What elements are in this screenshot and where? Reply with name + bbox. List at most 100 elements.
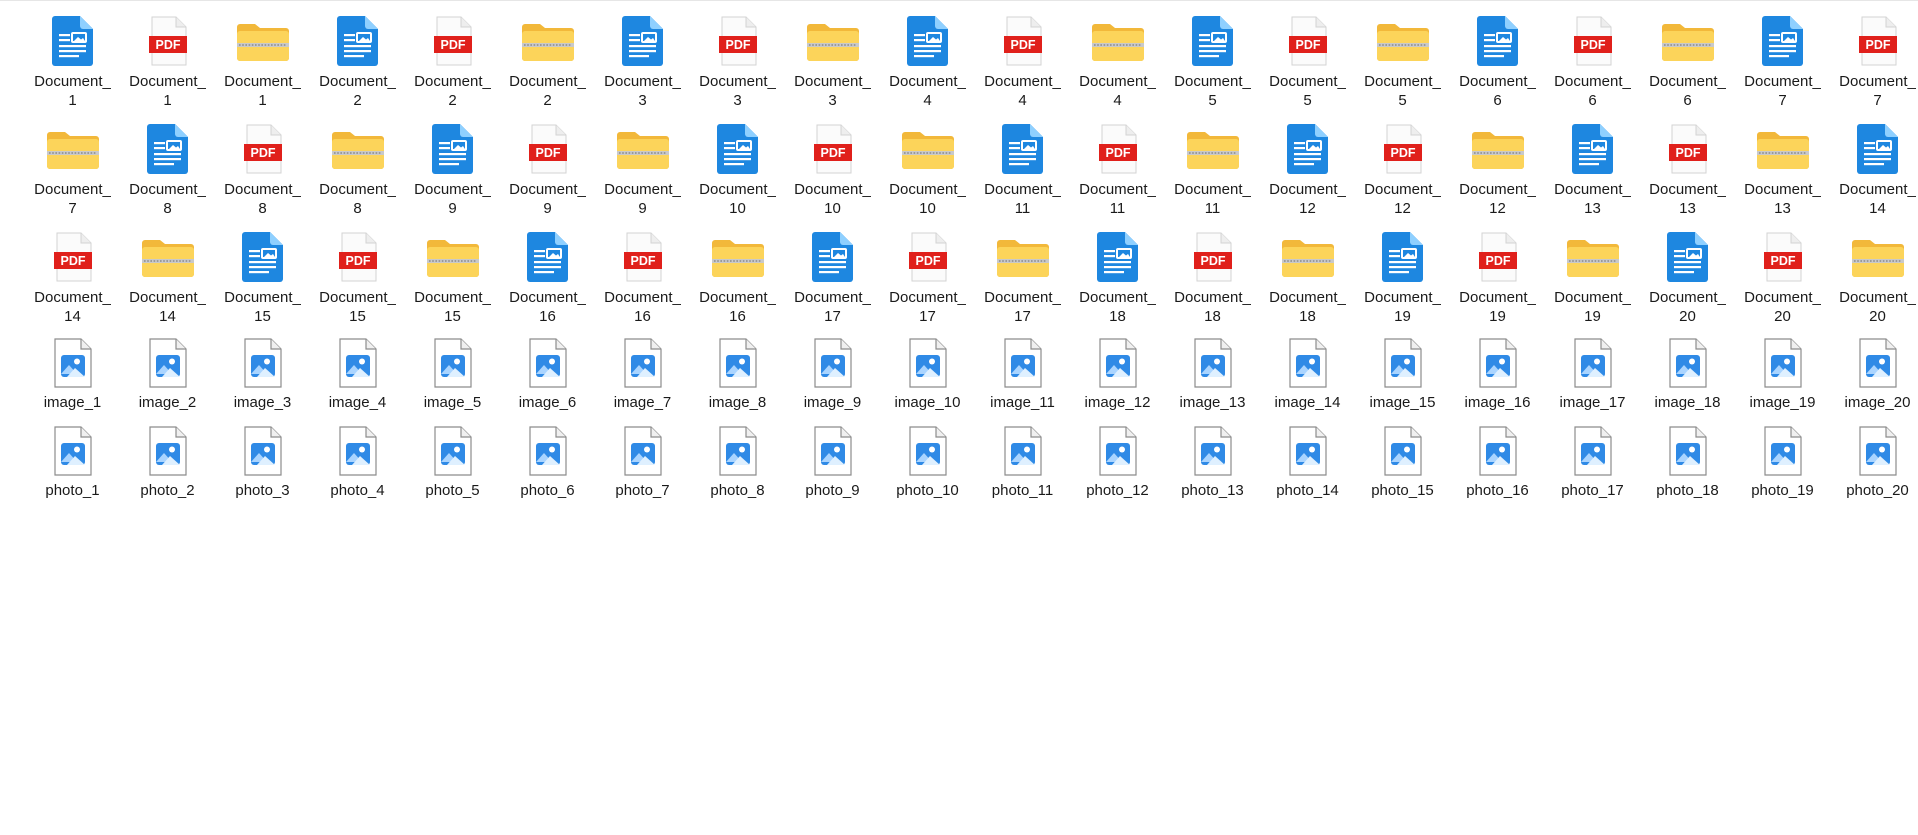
file-item[interactable]: Document_ 8 bbox=[310, 116, 405, 224]
file-item[interactable]: PDF Document_ 7 bbox=[1830, 8, 1918, 116]
file-item[interactable]: image_7 bbox=[595, 332, 690, 420]
file-item[interactable]: image_5 bbox=[405, 332, 500, 420]
file-item[interactable]: photo_1 bbox=[25, 420, 120, 508]
file-item[interactable]: photo_4 bbox=[310, 420, 405, 508]
file-item[interactable]: PDF Document_ 8 bbox=[215, 116, 310, 224]
file-item[interactable]: photo_12 bbox=[1070, 420, 1165, 508]
file-item[interactable]: Document_ 20 bbox=[1830, 224, 1918, 332]
file-item[interactable]: photo_5 bbox=[405, 420, 500, 508]
file-item[interactable]: PDF Document_ 18 bbox=[1165, 224, 1260, 332]
file-item[interactable]: PDF Document_ 15 bbox=[310, 224, 405, 332]
file-item[interactable]: Document_ 7 bbox=[1735, 8, 1830, 116]
file-item[interactable]: Document_ 4 bbox=[1070, 8, 1165, 116]
file-item[interactable]: photo_14 bbox=[1260, 420, 1355, 508]
file-item[interactable]: Document_ 15 bbox=[215, 224, 310, 332]
file-item[interactable]: photo_19 bbox=[1735, 420, 1830, 508]
file-item[interactable]: image_15 bbox=[1355, 332, 1450, 420]
file-item[interactable]: Document_ 15 bbox=[405, 224, 500, 332]
file-item[interactable]: Document_ 1 bbox=[215, 8, 310, 116]
file-item[interactable]: Document_ 18 bbox=[1260, 224, 1355, 332]
file-item[interactable]: image_14 bbox=[1260, 332, 1355, 420]
file-item[interactable]: Document_ 1 bbox=[25, 8, 120, 116]
file-item[interactable]: PDF Document_ 20 bbox=[1735, 224, 1830, 332]
file-item[interactable]: image_8 bbox=[690, 332, 785, 420]
file-item[interactable]: Document_ 20 bbox=[1640, 224, 1735, 332]
file-item[interactable]: photo_11 bbox=[975, 420, 1070, 508]
file-item[interactable]: PDF Document_ 4 bbox=[975, 8, 1070, 116]
file-item[interactable]: image_12 bbox=[1070, 332, 1165, 420]
file-item[interactable]: PDF Document_ 13 bbox=[1640, 116, 1735, 224]
file-item[interactable]: Document_ 2 bbox=[310, 8, 405, 116]
file-item[interactable]: PDF Document_ 17 bbox=[880, 224, 975, 332]
file-item[interactable]: PDF Document_ 19 bbox=[1450, 224, 1545, 332]
file-item[interactable]: photo_9 bbox=[785, 420, 880, 508]
file-item[interactable]: Document_ 6 bbox=[1640, 8, 1735, 116]
file-item[interactable]: PDF Document_ 12 bbox=[1355, 116, 1450, 224]
file-item[interactable]: PDF Document_ 11 bbox=[1070, 116, 1165, 224]
file-item[interactable]: photo_7 bbox=[595, 420, 690, 508]
file-item[interactable]: Document_ 6 bbox=[1450, 8, 1545, 116]
file-item[interactable]: photo_18 bbox=[1640, 420, 1735, 508]
file-item[interactable]: image_19 bbox=[1735, 332, 1830, 420]
file-item[interactable]: photo_8 bbox=[690, 420, 785, 508]
file-item[interactable]: image_18 bbox=[1640, 332, 1735, 420]
file-item[interactable]: PDF Document_ 6 bbox=[1545, 8, 1640, 116]
file-item[interactable]: Document_ 11 bbox=[1165, 116, 1260, 224]
file-item[interactable]: Document_ 10 bbox=[880, 116, 975, 224]
file-item[interactable]: Document_ 5 bbox=[1355, 8, 1450, 116]
file-item[interactable]: PDF Document_ 2 bbox=[405, 8, 500, 116]
file-item[interactable]: image_6 bbox=[500, 332, 595, 420]
file-item[interactable]: Document_ 9 bbox=[595, 116, 690, 224]
file-item[interactable]: image_1 bbox=[25, 332, 120, 420]
file-item[interactable]: Document_ 19 bbox=[1355, 224, 1450, 332]
file-item[interactable]: Document_ 9 bbox=[405, 116, 500, 224]
file-item[interactable]: image_10 bbox=[880, 332, 975, 420]
file-item[interactable]: image_17 bbox=[1545, 332, 1640, 420]
file-item[interactable]: photo_17 bbox=[1545, 420, 1640, 508]
file-item[interactable]: Document_ 13 bbox=[1545, 116, 1640, 224]
file-item[interactable]: image_3 bbox=[215, 332, 310, 420]
file-item[interactable]: photo_10 bbox=[880, 420, 975, 508]
file-item[interactable]: image_9 bbox=[785, 332, 880, 420]
file-item[interactable]: PDF Document_ 1 bbox=[120, 8, 215, 116]
file-item[interactable]: Document_ 12 bbox=[1260, 116, 1355, 224]
file-item[interactable]: image_16 bbox=[1450, 332, 1545, 420]
file-item[interactable]: image_20 bbox=[1830, 332, 1918, 420]
file-item[interactable]: PDF Document_ 9 bbox=[500, 116, 595, 224]
file-item[interactable]: Document_ 5 bbox=[1165, 8, 1260, 116]
file-item[interactable]: Document_ 4 bbox=[880, 8, 975, 116]
file-item[interactable]: Document_ 19 bbox=[1545, 224, 1640, 332]
file-item[interactable]: Document_ 14 bbox=[120, 224, 215, 332]
file-item[interactable]: PDF Document_ 16 bbox=[595, 224, 690, 332]
file-item[interactable]: Document_ 14 bbox=[1830, 116, 1918, 224]
file-item[interactable]: Document_ 2 bbox=[500, 8, 595, 116]
file-item[interactable]: photo_16 bbox=[1450, 420, 1545, 508]
file-item[interactable]: photo_13 bbox=[1165, 420, 1260, 508]
file-item[interactable]: Document_ 13 bbox=[1735, 116, 1830, 224]
file-item[interactable]: PDF Document_ 5 bbox=[1260, 8, 1355, 116]
file-item[interactable]: PDF Document_ 3 bbox=[690, 8, 785, 116]
file-item[interactable]: photo_3 bbox=[215, 420, 310, 508]
file-item[interactable]: Document_ 11 bbox=[975, 116, 1070, 224]
file-item[interactable]: Document_ 16 bbox=[690, 224, 785, 332]
file-item[interactable]: Document_ 17 bbox=[975, 224, 1070, 332]
file-item[interactable]: Document_ 17 bbox=[785, 224, 880, 332]
file-item[interactable]: photo_2 bbox=[120, 420, 215, 508]
file-item[interactable]: Document_ 12 bbox=[1450, 116, 1545, 224]
file-item[interactable]: photo_20 bbox=[1830, 420, 1918, 508]
file-item[interactable]: Document_ 3 bbox=[595, 8, 690, 116]
file-item[interactable]: image_11 bbox=[975, 332, 1070, 420]
file-item[interactable]: Document_ 3 bbox=[785, 8, 880, 116]
file-item[interactable]: Document_ 7 bbox=[25, 116, 120, 224]
file-item[interactable]: Document_ 8 bbox=[120, 116, 215, 224]
file-item[interactable]: image_13 bbox=[1165, 332, 1260, 420]
file-item[interactable]: Document_ 18 bbox=[1070, 224, 1165, 332]
file-item[interactable]: Document_ 10 bbox=[690, 116, 785, 224]
file-item[interactable]: image_2 bbox=[120, 332, 215, 420]
file-item[interactable]: photo_15 bbox=[1355, 420, 1450, 508]
file-item[interactable]: Document_ 16 bbox=[500, 224, 595, 332]
file-item[interactable]: photo_6 bbox=[500, 420, 595, 508]
file-item[interactable]: image_4 bbox=[310, 332, 405, 420]
file-item[interactable]: PDF Document_ 14 bbox=[25, 224, 120, 332]
file-item[interactable]: PDF Document_ 10 bbox=[785, 116, 880, 224]
